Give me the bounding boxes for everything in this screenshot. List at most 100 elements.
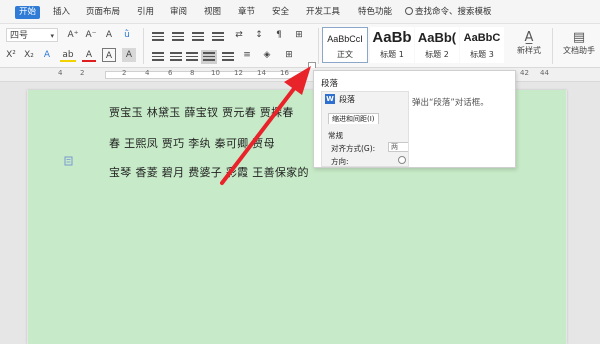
align-right-icon[interactable]: [186, 52, 198, 62]
paint-bucket-icon: ◈: [263, 50, 271, 60]
divider: [552, 28, 553, 64]
table-icon: ⊞: [295, 30, 303, 40]
style-heading-1[interactable]: AaBb 标题 1: [370, 27, 414, 63]
new-style-label: 新样式: [517, 46, 541, 55]
char-border-button[interactable]: A: [102, 48, 116, 62]
ruler-number: 4: [58, 69, 63, 77]
preview-section-general: 常规: [328, 131, 343, 140]
search-icon: [405, 7, 413, 15]
style-label: 标题 1: [380, 50, 404, 59]
doc-helper-label: 文档助手: [563, 46, 595, 55]
tab-view[interactable]: 视图: [204, 5, 221, 19]
divider: [318, 28, 319, 64]
superscript-button[interactable]: X²: [4, 48, 18, 62]
tooltip-description: 弹出“段落”对话框。: [412, 98, 489, 108]
tab-references[interactable]: 引用: [137, 5, 154, 19]
line-spacing-button[interactable]: ≡: [240, 48, 254, 62]
style-label: 标题 3: [470, 50, 494, 59]
preview-align-label: 对齐方式(G):: [331, 144, 376, 153]
search-label: 查找命令、搜索模板: [415, 7, 492, 17]
subscript-button[interactable]: X₂: [22, 48, 36, 62]
preview-tab-indent: 缩进和间距(I): [328, 113, 379, 124]
tab-features[interactable]: 特色功能: [358, 5, 392, 19]
search-command[interactable]: 查找命令、搜索模板: [405, 6, 492, 19]
font-color-button[interactable]: A: [82, 48, 96, 62]
paragraph-tooltip: 段落 W 段落 缩进和间距(I) 常规 对齐方式(G): 两 方向: 弹出“段落…: [313, 70, 516, 168]
justify-icon[interactable]: [201, 50, 217, 64]
preview-header: W 段落: [322, 92, 408, 106]
preview-align-value: 两: [388, 142, 408, 152]
highlight-button[interactable]: ab: [60, 48, 76, 62]
align-center-icon[interactable]: [170, 52, 182, 62]
sort-icon: ↕: [255, 30, 263, 40]
preview-direction-label: 方向:: [331, 157, 349, 166]
grow-font-button[interactable]: A⁺: [66, 28, 80, 42]
ruler-number: 12: [234, 69, 243, 77]
ribbon-toolbar: 四号 ▾ A⁺ A⁻ A ǜ X² X₂ A ab A A A ⇄ ↕ ¶ ⊞ …: [0, 24, 600, 68]
ruler-number: 16: [280, 69, 289, 77]
tab-page-layout[interactable]: 页面布局: [86, 5, 120, 19]
show-marks-button[interactable]: ¶: [272, 28, 286, 42]
phonetic-button[interactable]: ǜ: [120, 28, 134, 42]
phonetic-icon: ǜ: [124, 30, 130, 40]
chevron-down-icon: ▾: [50, 32, 54, 40]
sort-button[interactable]: ↕: [252, 28, 266, 42]
font-size-select[interactable]: 四号 ▾: [6, 28, 58, 42]
chinese-layout-button[interactable]: ⇄: [232, 28, 246, 42]
dialog-preview: W 段落 缩进和间距(I) 常规 对齐方式(G): 两 方向:: [321, 91, 409, 167]
ruler-number: 4: [145, 69, 150, 77]
doc-line-2[interactable]: 春 王熙凤 贾巧 李纨 秦可卿 贾母: [109, 135, 275, 151]
clear-format-button[interactable]: A: [102, 28, 116, 42]
style-sample: AaBb(: [417, 30, 457, 45]
text-effect-button[interactable]: A: [40, 48, 54, 62]
ruler-number: 2: [122, 69, 127, 77]
paragraph-layout-icon[interactable]: [64, 156, 74, 166]
decrease-indent-icon[interactable]: [192, 32, 204, 42]
numbered-list-icon[interactable]: [172, 32, 184, 42]
distributed-icon[interactable]: [222, 52, 234, 62]
new-style-button[interactable]: A̲ 新样式: [511, 30, 547, 64]
ruler-number: 8: [190, 69, 195, 77]
ruler-track: [105, 71, 305, 79]
borders-icon: ⊞: [285, 50, 293, 60]
wps-writer-icon: W: [325, 94, 335, 104]
table-button[interactable]: ⊞: [292, 28, 306, 42]
preview-dialog-title: 段落: [339, 95, 355, 104]
ruler-number: 44: [540, 69, 549, 77]
style-label: 正文: [337, 50, 353, 59]
divider: [143, 28, 144, 64]
chinese-layout-icon: ⇄: [235, 30, 243, 40]
char-shading-button[interactable]: A: [122, 48, 136, 62]
shrink-font-button[interactable]: A⁻: [84, 28, 98, 42]
borders-button[interactable]: ⊞: [282, 48, 296, 62]
ruler-number: 6: [168, 69, 173, 77]
doc-line-1[interactable]: 贾宝玉 林黛玉 薛宝钗 贾元春 贾探春: [109, 104, 294, 120]
menu-bar: 开始 插入 页面布局 引用 审阅 视图 章节 安全 开发工具 特色功能 查找命令…: [0, 0, 600, 24]
style-sample: AaBbCcI: [327, 34, 363, 44]
paragraph-mark-icon: ¶: [276, 30, 282, 40]
style-normal[interactable]: AaBbCcI 正文: [322, 27, 368, 63]
align-left-icon[interactable]: [152, 52, 164, 62]
doc-line-3[interactable]: 宝琴 香菱 碧月 费婆子 彩霞 王善保家的: [109, 164, 309, 180]
tab-chapter[interactable]: 章节: [238, 5, 255, 19]
ruler-number: 42: [520, 69, 529, 77]
style-label: 标题 2: [425, 50, 449, 59]
doc-helper-button[interactable]: ▤ 文档助手: [558, 30, 600, 64]
font-size-value: 四号: [10, 31, 29, 41]
tab-developer[interactable]: 开发工具: [306, 5, 340, 19]
bullet-list-icon[interactable]: [152, 32, 164, 42]
shading-button[interactable]: ◈: [260, 48, 274, 62]
tab-start[interactable]: 开始: [15, 6, 41, 19]
tab-insert[interactable]: 插入: [53, 5, 70, 19]
style-sample: AaBb: [372, 29, 412, 46]
tab-review[interactable]: 审阅: [170, 5, 187, 19]
increase-indent-icon[interactable]: [212, 32, 224, 42]
ruler-number: 10: [211, 69, 220, 77]
style-heading-2[interactable]: AaBb( 标题 2: [415, 27, 459, 63]
style-heading-3[interactable]: AaBbC 标题 3: [460, 27, 504, 63]
ruler-number: 14: [257, 69, 266, 77]
tab-security[interactable]: 安全: [272, 5, 289, 19]
style-sample: AaBbC: [463, 32, 501, 44]
new-style-icon: A̲: [524, 30, 534, 45]
preview-radio: [398, 156, 406, 164]
